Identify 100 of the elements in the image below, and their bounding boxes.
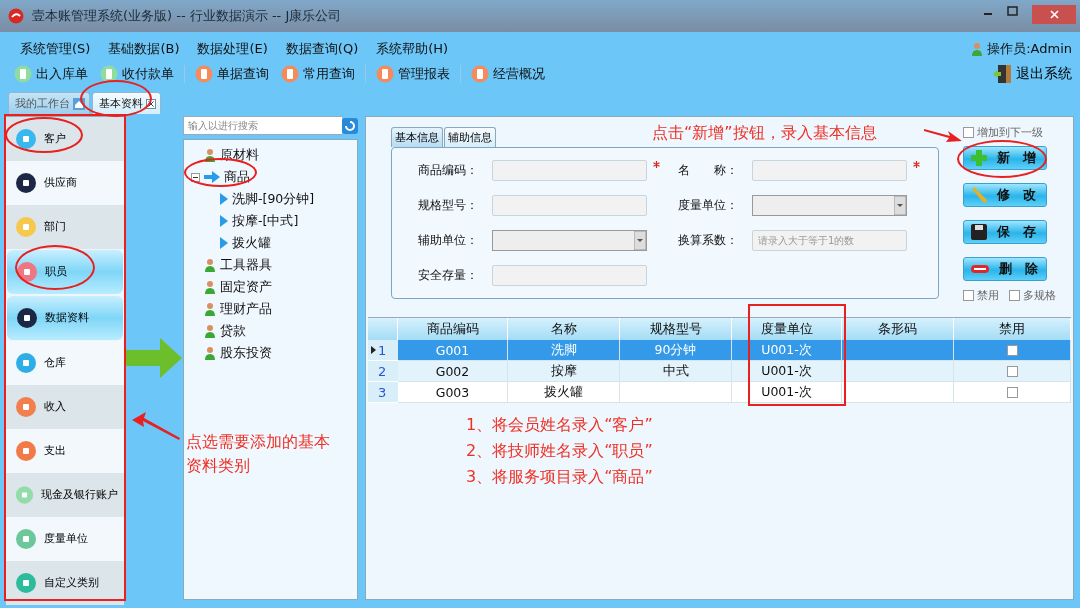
- sidebar-item[interactable]: 数据资料: [7, 296, 123, 340]
- menu-item[interactable]: 系统管理(S): [20, 40, 91, 58]
- menu-item[interactable]: 系统帮助(H): [376, 40, 449, 58]
- action-button[interactable]: 保 存: [963, 220, 1047, 244]
- dropdown-field[interactable]: [752, 195, 907, 216]
- close-icon[interactable]: [146, 98, 156, 109]
- table-cell: 按摩: [550, 362, 577, 380]
- person-icon: [204, 302, 216, 316]
- field-label: 度量单位：: [678, 197, 739, 214]
- column-header: 度量单位: [732, 318, 842, 340]
- row-header[interactable]: 1: [368, 340, 398, 361]
- window-title: 壹本账管理系统(业务版) -- 行业数据演示 -- J康乐公司: [32, 7, 342, 25]
- row-header[interactable]: 2: [368, 361, 398, 382]
- tab[interactable]: 基本信息: [391, 127, 443, 147]
- toolbar-button[interactable]: 出入库单: [12, 65, 90, 83]
- toolbar-button[interactable]: 经营概况: [469, 65, 547, 83]
- checkbox[interactable]: 增加到下一级: [963, 125, 1043, 140]
- field-label: 名 称：: [678, 162, 739, 179]
- input-field[interactable]: 请录入大于等于1的数: [752, 230, 907, 251]
- column-header: 名称: [508, 318, 620, 340]
- checkbox[interactable]: [1006, 344, 1018, 356]
- sidebar-item[interactable]: 职员: [7, 250, 123, 294]
- refresh-icon[interactable]: [342, 117, 358, 134]
- door-icon: [992, 64, 1012, 84]
- tree-item[interactable]: 贷款: [220, 322, 246, 340]
- sidebar-item[interactable]: 度量单位: [6, 517, 124, 561]
- tree-item[interactable]: 理财产品: [220, 300, 272, 318]
- person-icon: [204, 148, 216, 162]
- triangle-icon: [220, 193, 228, 205]
- exit-button[interactable]: 退出系统: [992, 64, 1072, 84]
- tab[interactable]: 辅助信息: [444, 127, 496, 147]
- header-corner: [368, 318, 398, 340]
- menu-item[interactable]: 数据处理(E): [197, 40, 268, 58]
- checkbox[interactable]: [1006, 386, 1018, 398]
- action-button[interactable]: 修 改: [963, 183, 1047, 207]
- dropdown-field[interactable]: [492, 230, 647, 251]
- maximize-icon[interactable]: [1007, 6, 1018, 16]
- person-icon: [204, 280, 216, 294]
- tree-item[interactable]: 洗脚-[90分钟]: [232, 190, 315, 208]
- tab[interactable]: 基本资料: [92, 92, 161, 114]
- column-header: 规格型号: [620, 318, 732, 340]
- tab[interactable]: 我的工作台: [8, 92, 90, 114]
- tree-item[interactable]: 按摩-[中式]: [232, 212, 299, 230]
- row-number: 2: [378, 363, 387, 379]
- table-row[interactable]: 1 G001 洗脚 90分钟 U001-次: [368, 340, 1071, 361]
- action-button[interactable]: 删 除: [963, 257, 1047, 281]
- sidebar-item[interactable]: 自定义类别: [6, 561, 124, 605]
- toolbar-button[interactable]: 收付款单: [98, 65, 176, 83]
- tree-item[interactable]: 工具器具: [220, 256, 272, 274]
- table-cell: G002: [435, 363, 470, 379]
- toolbar-button[interactable]: 管理报表: [374, 65, 452, 83]
- operator-label: 操作员:Admin: [971, 40, 1072, 58]
- collapse-icon[interactable]: [191, 172, 200, 182]
- annotation-text: 1、将会员姓名录入“客户”: [466, 414, 654, 436]
- menu-item[interactable]: 基础数据(B): [108, 40, 180, 58]
- tree-item[interactable]: 固定资产: [220, 278, 272, 296]
- table-cell: U001-次: [761, 383, 812, 401]
- row-number: 1: [378, 342, 387, 358]
- checkbox[interactable]: [1006, 365, 1018, 377]
- tree-item[interactable]: 拨火罐: [232, 234, 271, 252]
- column-header: 商品编码: [398, 318, 508, 340]
- tree-item[interactable]: 股东投资: [220, 344, 272, 362]
- triangle-icon: [220, 215, 228, 227]
- table-cell: U001-次: [761, 362, 812, 380]
- row-number: 3: [378, 384, 387, 400]
- table-row[interactable]: 3 G003 拨火罐 U001-次: [368, 382, 1071, 403]
- dropdown-arrow-icon[interactable]: [894, 196, 906, 215]
- menu-item[interactable]: 数据查询(Q): [285, 40, 359, 58]
- sidebar-item[interactable]: 仓库: [6, 341, 124, 385]
- dropdown-arrow-icon[interactable]: [634, 231, 646, 250]
- sidebar-item[interactable]: 收入: [6, 385, 124, 429]
- tree-item[interactable]: 商品: [224, 168, 250, 186]
- table-cell: 90分钟: [654, 341, 697, 359]
- pencil-icon: [971, 187, 987, 203]
- person-icon: [204, 258, 216, 272]
- arrow-icon: [204, 171, 220, 183]
- toolbar-button[interactable]: 单据查询: [193, 65, 271, 83]
- sidebar-item[interactable]: 供应商: [6, 161, 124, 205]
- table-row[interactable]: 2 G002 按摩 中式 U001-次: [368, 361, 1071, 382]
- search-field[interactable]: 输入以进行搜索: [183, 116, 342, 135]
- table-cell: G003: [435, 384, 470, 400]
- close-icon: [1049, 10, 1059, 19]
- sidebar-item[interactable]: 部门: [6, 205, 124, 249]
- sidebar-item[interactable]: 现金及银行账户: [6, 473, 124, 517]
- input-field[interactable]: [492, 160, 647, 181]
- input-field[interactable]: [492, 195, 647, 216]
- toolbar-button[interactable]: 常用查询: [279, 65, 357, 83]
- close-button[interactable]: [1032, 5, 1076, 24]
- table-cell: 中式: [662, 362, 689, 380]
- sidebar-item[interactable]: 客户: [6, 117, 124, 161]
- field-label: 安全存量：: [418, 267, 479, 284]
- sidebar-item[interactable]: 支出: [6, 429, 124, 473]
- input-field[interactable]: [492, 265, 647, 286]
- action-button[interactable]: 新 增: [963, 146, 1047, 170]
- annotation-text: 点击“新增”按钮，录入基本信息: [652, 123, 877, 142]
- annotation-text: 点选需要添加的基本资料类别: [186, 432, 330, 475]
- checkbox[interactable]: 禁用: [963, 288, 999, 303]
- row-header[interactable]: 3: [368, 382, 398, 403]
- input-field[interactable]: [752, 160, 907, 181]
- checkbox[interactable]: 多规格: [1009, 288, 1056, 303]
